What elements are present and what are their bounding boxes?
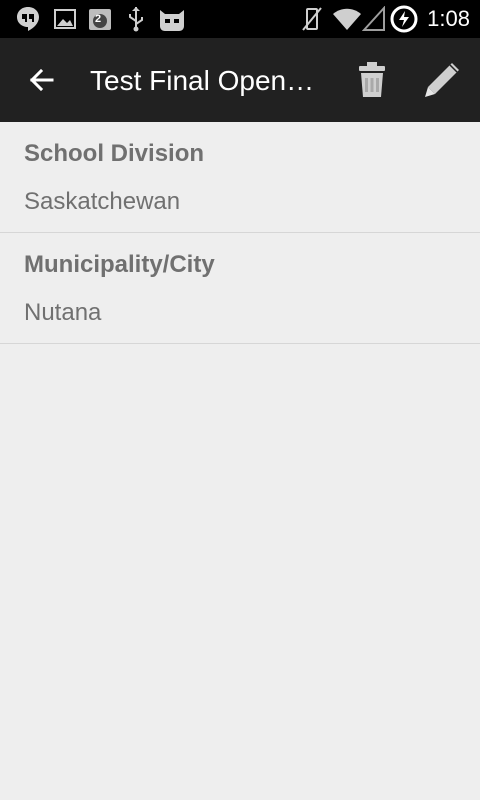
hangouts-icon	[14, 5, 42, 33]
details-list: School Division Saskatchewan Municipalit…	[0, 122, 480, 344]
pencil-icon	[425, 63, 459, 97]
clock-time: 1:08	[427, 6, 470, 31]
vibrate-off-icon	[300, 5, 324, 33]
field-municipality-city: Municipality/City Nutana	[0, 233, 480, 344]
trash-icon	[359, 62, 385, 97]
field-label: Municipality/City	[24, 251, 215, 278]
wifi-icon	[332, 5, 362, 33]
badge-count: 2	[95, 13, 102, 25]
field-school-division: School Division Saskatchewan	[0, 122, 480, 233]
field-value: Nutana	[24, 299, 102, 326]
edit-button[interactable]	[420, 58, 464, 102]
field-value: Saskatchewan	[24, 188, 181, 215]
battery-charging-icon	[390, 5, 418, 33]
arrow-back-icon	[29, 68, 54, 92]
action-bar: Test Final Open…	[0, 38, 480, 122]
cyanogen-icon	[156, 5, 188, 33]
gallery-icon	[52, 5, 78, 33]
field-label: School Division	[24, 140, 205, 167]
delete-button[interactable]	[350, 58, 394, 102]
notification-badge-icon: 2	[86, 5, 114, 33]
back-button[interactable]	[22, 60, 62, 100]
status-bar: 2 1:08	[0, 0, 480, 38]
signal-icon	[362, 5, 386, 33]
page-title: Test Final Open…	[90, 65, 315, 96]
usb-icon	[124, 5, 148, 33]
